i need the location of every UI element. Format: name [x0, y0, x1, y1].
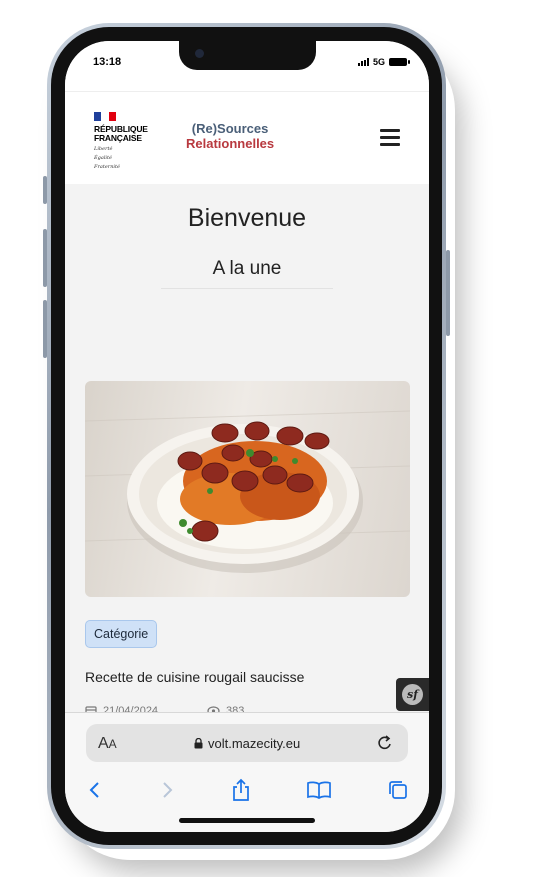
volume-down-button: [43, 300, 47, 358]
hamburger-icon[interactable]: [380, 129, 400, 146]
share-icon[interactable]: [226, 775, 256, 805]
safari-bottom-bar: AA volt.mazecity.eu: [65, 712, 429, 832]
network-type: 5G: [372, 57, 385, 67]
power-button: [446, 250, 450, 336]
devise-fraternite: Fraternité: [94, 164, 120, 170]
back-icon[interactable]: [80, 775, 110, 805]
notch: [179, 41, 316, 70]
safari-toolbar: [65, 775, 429, 805]
site-header: RÉPUBLIQUE FRANÇAISE Liberté Égalité Fra…: [65, 91, 429, 184]
devise-liberte: Liberté: [94, 146, 113, 152]
brand-line-2: Relationnelles: [186, 136, 275, 151]
tabs-icon[interactable]: [383, 775, 413, 805]
bookmarks-icon[interactable]: [304, 775, 334, 805]
volume-up-button: [43, 229, 47, 287]
reload-icon[interactable]: [376, 733, 394, 753]
category-badge[interactable]: Catégorie: [85, 620, 158, 648]
phone-screen: 13:18 5G RÉPUBLIQUE FRANÇAISE Liberté Ég…: [65, 41, 429, 832]
status-indicators: 5G: [357, 57, 410, 67]
rf-line-2: FRANÇAISE: [94, 133, 142, 143]
home-indicator: [179, 818, 315, 823]
brand-line-1: (Re)Sources: [191, 121, 269, 136]
signal-icon: [357, 58, 369, 66]
battery-icon: [389, 58, 410, 66]
address-bar[interactable]: AA volt.mazecity.eu: [86, 724, 408, 762]
republique-francaise-logo[interactable]: RÉPUBLIQUE FRANÇAISE Liberté Égalité Fra…: [94, 112, 164, 170]
lock-icon: [194, 738, 203, 749]
page-title: Bienvenue: [187, 204, 307, 232]
symfony-debug-toolbar[interactable]: sf: [396, 678, 429, 711]
symfony-icon: sf: [402, 684, 423, 705]
front-camera-icon: [195, 49, 204, 58]
url-display[interactable]: volt.mazecity.eu: [194, 736, 300, 751]
section-divider: [161, 288, 333, 289]
url-text: volt.mazecity.eu: [208, 736, 301, 751]
status-time: 13:18: [93, 56, 122, 68]
site-brand[interactable]: (Re)Sources Relationnelles: [186, 121, 274, 151]
page-content: Bienvenue A la une Catégorie Recette de …: [65, 184, 429, 717]
food-plate-illustration: [85, 410, 410, 573]
article-title[interactable]: Recette de cuisine rougail saucisse: [85, 669, 304, 685]
reader-settings-button[interactable]: AA: [98, 735, 117, 753]
mute-switch: [43, 176, 47, 204]
article-image[interactable]: [85, 381, 410, 597]
forward-icon[interactable]: [152, 775, 182, 805]
section-title: A la une: [212, 258, 282, 279]
french-flag-icon: [94, 112, 116, 121]
devise-egalite: Égalité: [94, 155, 112, 161]
